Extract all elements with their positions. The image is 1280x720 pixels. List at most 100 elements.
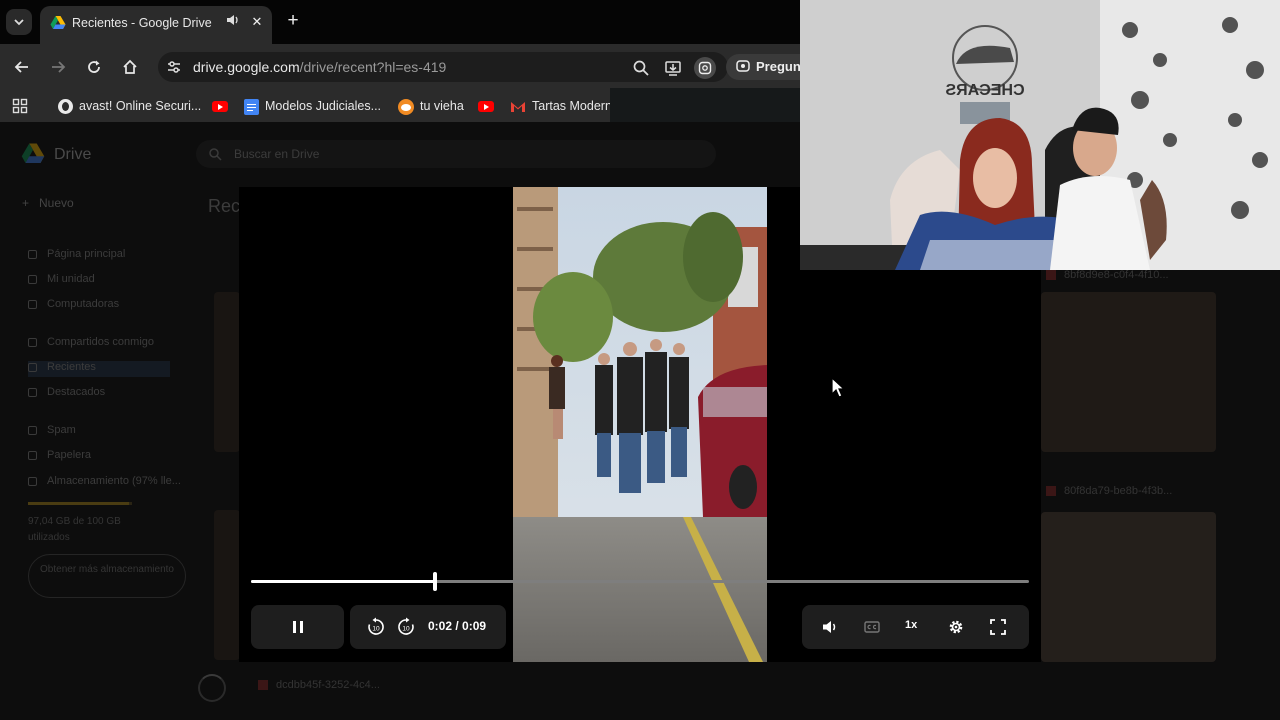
- ask-google-chip[interactable]: Pregunt: [726, 54, 806, 80]
- svg-text:10: 10: [372, 626, 380, 633]
- bookmark-label: Tartas Modern: [532, 99, 612, 113]
- nav-label: Papelera: [47, 449, 92, 461]
- gear-icon[interactable]: [946, 617, 966, 637]
- speaker-icon[interactable]: [224, 13, 242, 31]
- search-placeholder: Buscar en Drive: [234, 147, 320, 161]
- gmail-icon: [511, 101, 525, 112]
- avast-icon: [58, 99, 73, 115]
- bookmark-label: Modelos Judiciales...: [265, 99, 382, 113]
- pause-icon: [293, 621, 303, 633]
- search-icon: [209, 148, 222, 161]
- new-tab-button[interactable]: +: [282, 10, 304, 32]
- mouse-cursor: [831, 377, 845, 398]
- volume-icon[interactable]: [820, 617, 840, 637]
- drive-icon: [28, 274, 37, 284]
- tab-active[interactable]: Recientes - Google Drive ✕: [40, 6, 272, 44]
- url-path: /drive/recent?hl=es-419: [299, 59, 447, 75]
- zoom-icon[interactable]: [632, 59, 650, 77]
- nav-label: Spam: [47, 424, 76, 436]
- reload-icon: [88, 60, 100, 73]
- nav-item-trash[interactable]: Papelera: [28, 449, 91, 465]
- progress-handle[interactable]: [432, 572, 437, 591]
- right-controls: 1x: [802, 605, 1029, 649]
- nav-label: Computadoras: [47, 298, 120, 310]
- bookmark-youtube-2[interactable]: [478, 97, 494, 115]
- nav-item-my-drive[interactable]: Mi unidad: [28, 273, 95, 289]
- back-button[interactable]: [11, 56, 33, 78]
- apps-grid-bookmark[interactable]: [12, 97, 28, 115]
- nav-label: Destacados: [47, 386, 106, 398]
- nav-item-home[interactable]: Página principal: [28, 248, 125, 264]
- progress-bar[interactable]: [251, 572, 1029, 591]
- new-button-label: Nuevo: [39, 196, 74, 210]
- tab-search-button[interactable]: [6, 9, 32, 35]
- nav-item-computers[interactable]: Computadoras: [28, 298, 119, 314]
- playback-speed-button[interactable]: 1x: [905, 619, 917, 631]
- storage-usage-text: 97,04 GB de 100 GB utilizados: [28, 516, 121, 543]
- captions-icon[interactable]: [862, 617, 882, 637]
- nav-item-spam[interactable]: Spam: [28, 424, 76, 440]
- nav-item-recent[interactable]: Recientes: [28, 361, 170, 377]
- video-frame[interactable]: [513, 187, 767, 662]
- spam-icon: [28, 425, 37, 435]
- rewind-10-icon[interactable]: 10: [366, 617, 386, 637]
- address-bar[interactable]: drive.google.com/drive/recent?hl=es-419: [158, 52, 728, 82]
- file-thumbnail[interactable]: [214, 292, 240, 452]
- file-thumbnail[interactable]: [214, 510, 240, 660]
- file-name[interactable]: 8bf8d9e8-c0f4-4f10...: [1046, 269, 1169, 281]
- fullscreen-icon[interactable]: [988, 617, 1008, 637]
- file-thumbnail[interactable]: [1041, 292, 1216, 452]
- drive-search-input[interactable]: Buscar en Drive: [196, 140, 716, 168]
- new-button[interactable]: + Nuevo: [22, 196, 74, 210]
- time-display: 0:02 / 0:09: [428, 619, 487, 633]
- file-name[interactable]: dcdbb45f-3252-4c4...: [258, 679, 380, 691]
- get-more-storage-button[interactable]: Obtener más almacenamiento: [28, 554, 186, 598]
- file-thumbnail[interactable]: [1041, 512, 1216, 662]
- bookmark-avast[interactable]: avast! Online Securi...: [58, 97, 201, 115]
- back-arrow-icon: [14, 61, 28, 73]
- play-pause-button[interactable]: [251, 605, 344, 649]
- file-name-text: dcdbb45f-3252-4c4...: [276, 679, 380, 691]
- docs-icon: [244, 98, 259, 115]
- people-icon: [28, 337, 37, 347]
- forward-10-icon[interactable]: 10: [396, 617, 416, 637]
- tune-icon[interactable]: [166, 59, 182, 75]
- nav-label: Compartidos conmigo: [47, 336, 154, 348]
- nav-item-starred[interactable]: Destacados: [28, 386, 105, 402]
- youtube-icon: [478, 101, 494, 113]
- bookmark-label: avast! Online Securi...: [79, 99, 202, 113]
- bookmark-tu-vieha[interactable]: tu vieha: [398, 97, 464, 115]
- wall-logo-text: CHECARS: [945, 82, 1024, 99]
- progress-played: [251, 580, 435, 583]
- forward-button[interactable]: [47, 56, 69, 78]
- nav-item-storage[interactable]: Almacenamiento (97% lle...: [28, 475, 181, 491]
- lens-button[interactable]: [694, 57, 716, 79]
- pdf-icon: [258, 680, 268, 691]
- pdf-icon: [1046, 486, 1056, 497]
- bookmark-label: tu vieha: [420, 99, 464, 113]
- bookmark-youtube-1[interactable]: [212, 97, 228, 115]
- nav-label: Mi unidad: [47, 273, 95, 285]
- close-icon[interactable]: ✕: [248, 13, 266, 31]
- apps-grid-icon: [12, 98, 28, 114]
- plus-icon: +: [287, 10, 299, 31]
- star-icon: [28, 387, 37, 397]
- cloud-icon: [28, 476, 37, 486]
- forward-arrow-icon: [52, 61, 66, 73]
- home-button[interactable]: [119, 56, 141, 78]
- webcam-overlay: CHECARS: [800, 0, 1280, 270]
- bookmark-tartas[interactable]: Tartas Modern: [510, 97, 612, 115]
- reload-button[interactable]: [83, 56, 105, 78]
- storage-meter: [28, 502, 132, 505]
- nav-label: Almacenamiento (97% lle...: [47, 475, 181, 487]
- home-icon: [123, 59, 137, 74]
- youtube-icon: [212, 101, 228, 113]
- ask-chip-label: Pregunt: [756, 59, 806, 74]
- reddit-icon: [398, 98, 414, 115]
- file-name[interactable]: 80f8da79-be8b-4f3b...: [1046, 485, 1172, 497]
- tab-title: Recientes - Google Drive: [72, 16, 212, 30]
- nav-item-shared[interactable]: Compartidos conmigo: [28, 336, 154, 352]
- bookmark-modelos[interactable]: Modelos Judiciales...: [244, 97, 381, 115]
- install-app-icon[interactable]: [664, 59, 682, 77]
- file-name-text: 80f8da79-be8b-4f3b...: [1064, 485, 1173, 497]
